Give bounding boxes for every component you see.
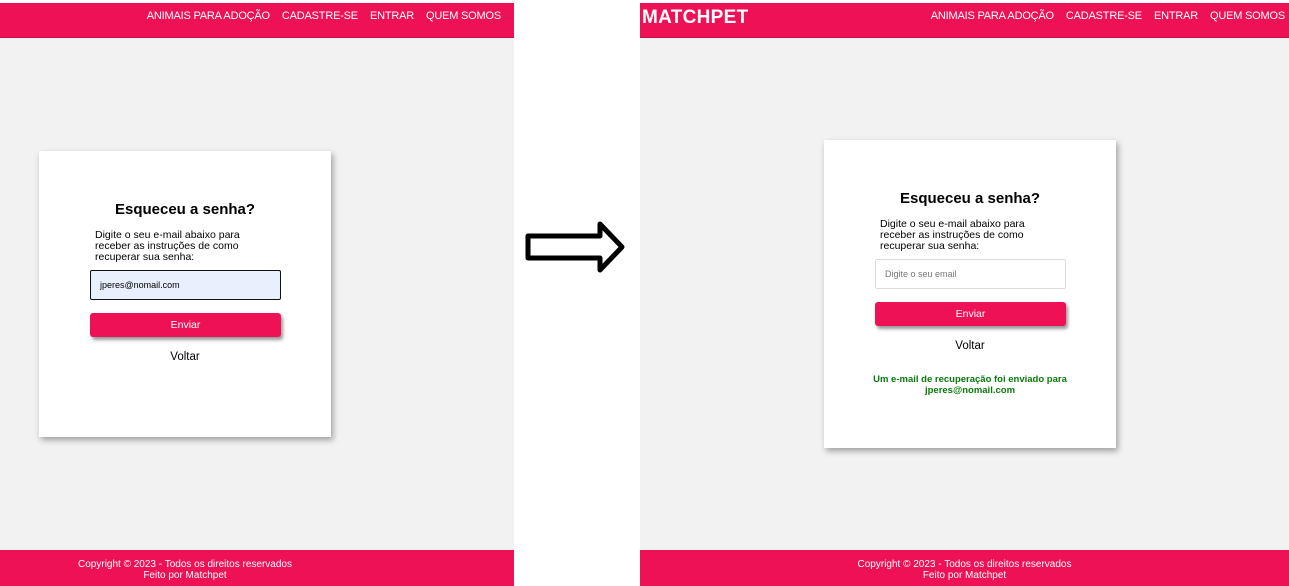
nav-link-register[interactable]: CADASTRE-SE: [282, 10, 358, 22]
before-screen: ANIMAIS PARA ADOÇÃO CADASTRE-SE ENTRAR Q…: [0, 3, 514, 586]
email-input[interactable]: [90, 270, 281, 300]
after-screen: MATCHPET ANIMAIS PARA ADOÇÃO CADASTRE-SE…: [640, 3, 1289, 586]
footer-credit: Feito por Matchpet: [143, 570, 227, 581]
nav-link-adoption[interactable]: ANIMAIS PARA ADOÇÃO: [931, 10, 1054, 22]
nav-link-login[interactable]: ENTRAR: [370, 10, 414, 22]
footer-credit: Feito por Matchpet: [922, 570, 1007, 581]
back-link[interactable]: Voltar: [39, 351, 331, 363]
footer-copyright: Copyright © 2023 - Todos os direitos res…: [857, 559, 1072, 570]
forgot-password-card: Esqueceu a senha? Digite o seu e-mail ab…: [824, 140, 1116, 448]
send-button[interactable]: Enviar: [90, 313, 281, 337]
footer: Copyright © 2023 - Todos os direitos res…: [0, 550, 514, 586]
right-arrow-icon: [525, 221, 625, 273]
card-title: Esqueceu a senha?: [899, 190, 1041, 207]
brand-logo[interactable]: MATCHPET: [642, 7, 749, 29]
back-link[interactable]: Voltar: [824, 340, 1116, 352]
success-message: Um e-mail de recuperação foi enviado par…: [873, 374, 1067, 396]
nav-link-register[interactable]: CADASTRE-SE: [1066, 10, 1142, 22]
card-title: Esqueceu a senha?: [114, 201, 256, 218]
nav-link-about[interactable]: QUEM SOMOS: [1210, 10, 1285, 22]
nav-link-about[interactable]: QUEM SOMOS: [426, 10, 501, 22]
footer-copyright: Copyright © 2023 - Todos os direitos res…: [78, 559, 292, 570]
forgot-password-card: Esqueceu a senha? Digite o seu e-mail ab…: [39, 151, 331, 437]
card-instructions: Digite o seu e-mail abaixo para receber …: [880, 218, 1025, 252]
email-input[interactable]: [875, 259, 1066, 289]
send-button[interactable]: Enviar: [875, 302, 1066, 326]
nav-links: ANIMAIS PARA ADOÇÃO CADASTRE-SE ENTRAR Q…: [931, 10, 1285, 22]
nav-links: ANIMAIS PARA ADOÇÃO CADASTRE-SE ENTRAR Q…: [147, 10, 501, 22]
navbar: ANIMAIS PARA ADOÇÃO CADASTRE-SE ENTRAR Q…: [0, 3, 514, 38]
nav-link-adoption[interactable]: ANIMAIS PARA ADOÇÃO: [147, 10, 270, 22]
footer: Copyright © 2023 - Todos os direitos res…: [640, 550, 1289, 586]
nav-link-login[interactable]: ENTRAR: [1154, 10, 1198, 22]
card-instructions: Digite o seu e-mail abaixo para receber …: [95, 229, 240, 263]
navbar: MATCHPET ANIMAIS PARA ADOÇÃO CADASTRE-SE…: [640, 3, 1289, 38]
